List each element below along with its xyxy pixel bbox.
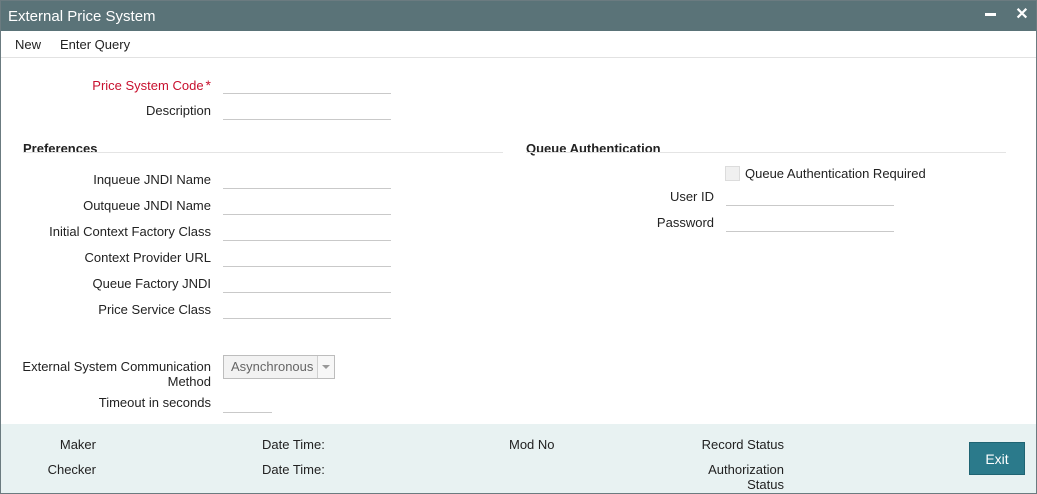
title-bar: External Price System ✕ <box>1 1 1036 31</box>
menu-bar: New Enter Query <box>1 31 1036 58</box>
price-system-code-label: Price System Code * <box>92 77 211 93</box>
initial-context-factory-label: Initial Context Factory Class <box>49 224 211 239</box>
queue-authentication-heading: Queue Authentication <box>526 141 661 156</box>
outqueue-jndi-label: Outqueue JNDI Name <box>83 198 211 213</box>
price-system-code-input[interactable] <box>223 75 391 94</box>
dropdown-button[interactable] <box>317 356 334 378</box>
mod-no-label: Mod No <box>509 437 555 452</box>
chevron-down-icon <box>322 365 330 369</box>
initial-context-factory-input[interactable] <box>223 222 391 241</box>
maker-date-time-label: Date Time: <box>262 437 325 452</box>
communication-method-select[interactable]: Asynchronous <box>223 355 335 379</box>
communication-method-label: External System Communication Method <box>22 359 211 389</box>
preferences-divider <box>23 152 503 153</box>
menu-enter-query[interactable]: Enter Query <box>60 37 130 52</box>
minimize-icon[interactable] <box>980 5 1000 25</box>
required-marker: * <box>205 77 211 93</box>
queue-authentication-required-checkbox[interactable] <box>725 166 740 181</box>
timeout-input[interactable] <box>223 394 272 413</box>
record-status-label: Record Status <box>701 437 784 452</box>
queue-authentication-required-label: Queue Authentication Required <box>745 166 926 181</box>
external-price-system-window: External Price System ✕ New Enter Query … <box>0 0 1037 494</box>
queue-authentication-divider <box>526 152 1006 153</box>
context-provider-url-input[interactable] <box>223 248 391 267</box>
authorization-status-label: Authorization Status <box>708 462 784 492</box>
close-icon[interactable]: ✕ <box>1012 5 1032 25</box>
password-input[interactable] <box>726 213 894 232</box>
outqueue-jndi-input[interactable] <box>223 196 391 215</box>
inqueue-jndi-label: Inqueue JNDI Name <box>93 172 211 187</box>
checker-label: Checker <box>47 462 96 477</box>
description-input[interactable] <box>223 101 391 120</box>
queue-factory-jndi-input[interactable] <box>223 274 391 293</box>
timeout-label: Timeout in seconds <box>98 395 211 410</box>
user-id-input[interactable] <box>726 187 894 206</box>
preferences-heading: Preferences <box>23 141 98 156</box>
price-service-class-input[interactable] <box>223 300 391 319</box>
checker-date-time-label: Date Time: <box>262 462 325 477</box>
maker-label: Maker <box>59 437 96 452</box>
audit-footer <box>1 424 1036 493</box>
communication-method-value: Asynchronous <box>231 359 314 374</box>
price-service-class-label: Price Service Class <box>98 302 211 317</box>
context-provider-url-label: Context Provider URL <box>84 250 211 265</box>
menu-new[interactable]: New <box>15 37 41 52</box>
user-id-label: User ID <box>669 189 714 204</box>
inqueue-jndi-input[interactable] <box>223 170 391 189</box>
password-label: Password <box>656 215 714 230</box>
description-label: Description <box>145 103 211 118</box>
queue-factory-jndi-label: Queue Factory JNDI <box>92 276 212 291</box>
exit-button[interactable]: Exit <box>969 442 1025 475</box>
window-title: External Price System <box>8 8 156 25</box>
